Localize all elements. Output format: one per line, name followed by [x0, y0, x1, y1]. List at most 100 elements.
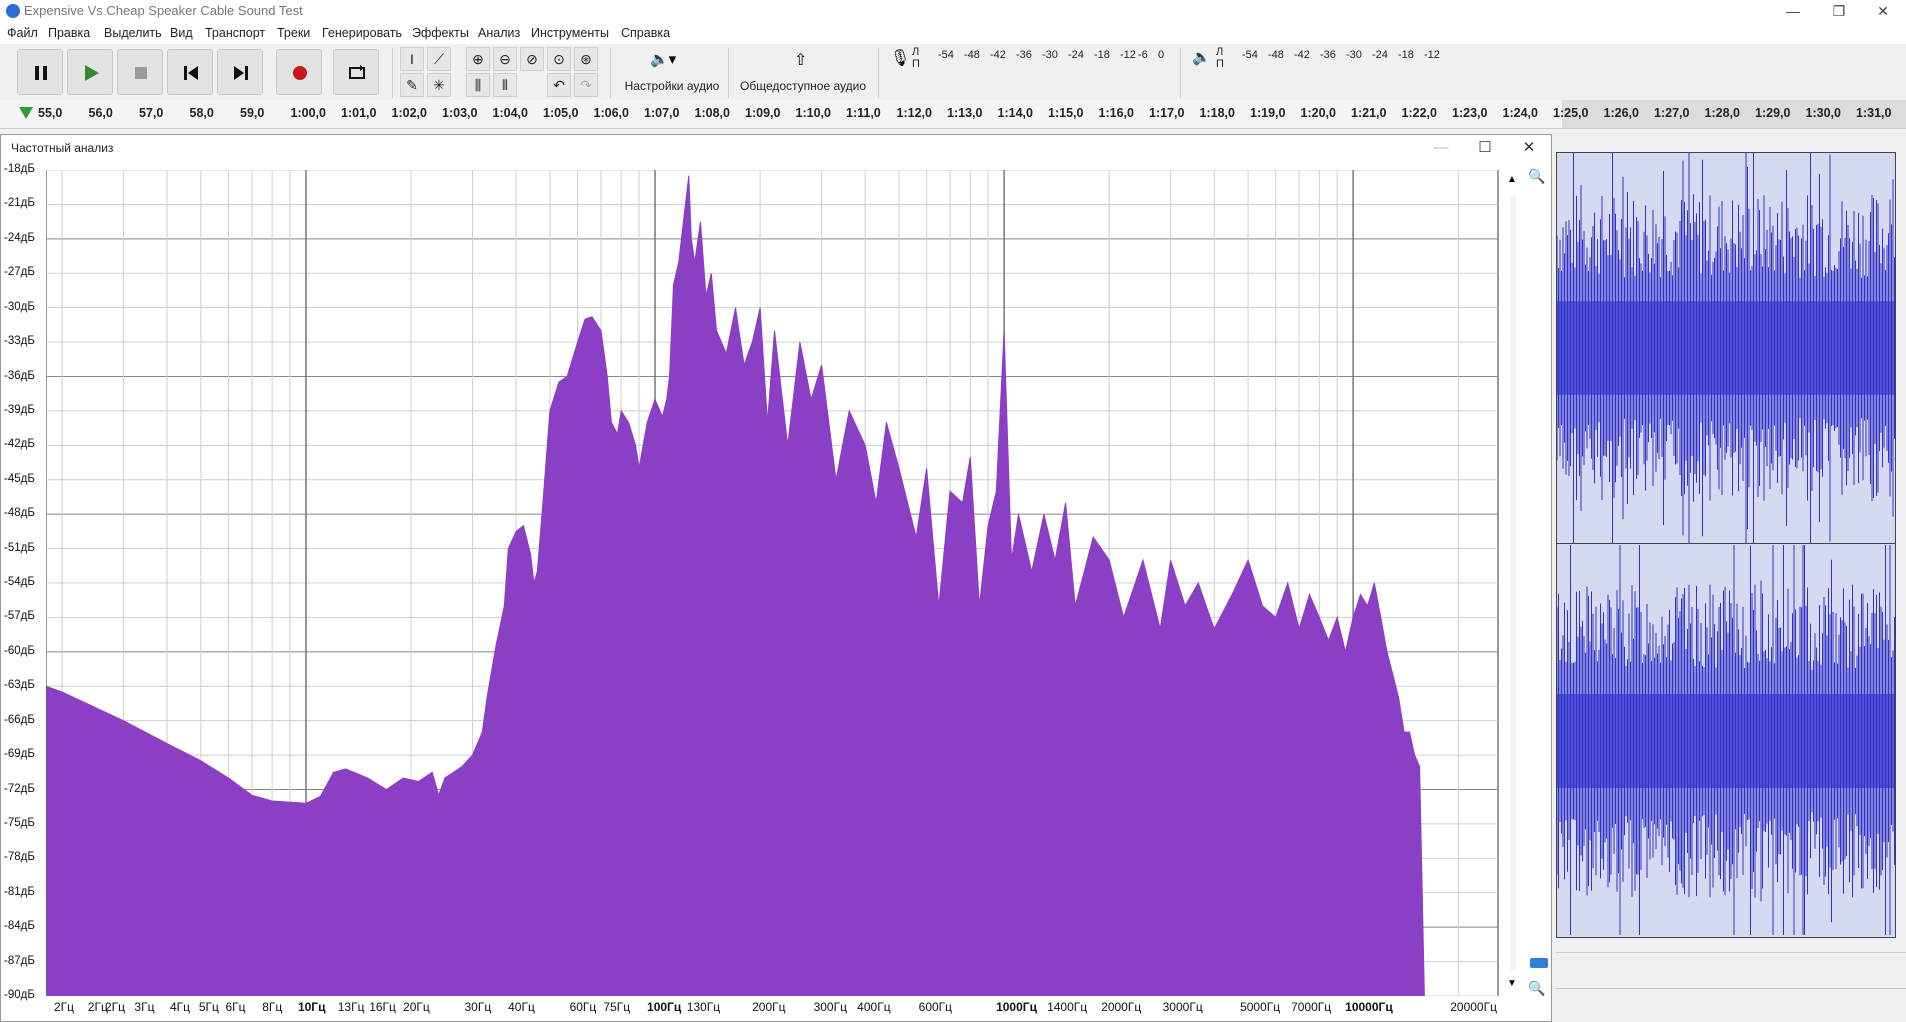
y-tick-label: -57дБ	[4, 610, 35, 623]
zoom-slider-handle[interactable]	[1530, 958, 1548, 968]
x-tick-label: 40Гц	[508, 1000, 535, 1014]
share-audio-button[interactable]: ⇧ Общедоступное аудио	[734, 46, 870, 98]
y-tick-label: -81дБ	[4, 885, 35, 898]
x-tick-label: 30Гц	[464, 1000, 492, 1014]
timeline-tick-label: 1:23,0	[1452, 106, 1488, 120]
timeline-ruler[interactable]: 55,0 56,0 57,0 58,0 59,0 1:00,0 1:01,0 1:02,0 1:…	[0, 100, 1906, 129]
y-tick-label: -87дБ	[4, 954, 35, 967]
minimize-button[interactable]: —	[1770, 0, 1816, 22]
skip-to-start-button[interactable]	[167, 49, 213, 95]
draw-tool[interactable]: ✎	[400, 73, 424, 97]
menu-edit[interactable]: Правка	[48, 26, 90, 40]
play-button[interactable]	[67, 49, 113, 95]
fit-selection-button[interactable]: ⊘	[520, 47, 544, 71]
selection-tool[interactable]: I	[400, 47, 424, 71]
track-waveform-pane[interactable]	[1556, 152, 1896, 938]
skip-to-end-button[interactable]	[217, 49, 263, 95]
timeline-tick-label: 1:30,0	[1805, 106, 1841, 120]
y-tick-label: -30дБ	[4, 300, 35, 313]
x-tick-label: 20Гц	[403, 1000, 430, 1014]
window-title: Expensive Vs Cheap Speaker Cable Sound T…	[24, 3, 303, 18]
x-tick-label: 3000Гц	[1162, 1000, 1203, 1014]
timeline-tick-label: 1:14,0	[997, 106, 1033, 120]
menu-help[interactable]: Справка	[621, 26, 670, 40]
zoom-in-button[interactable]: ⊕	[466, 47, 490, 71]
x-tick-label: 5000Гц	[1240, 1000, 1281, 1014]
y-tick-label: -66дБ	[4, 713, 35, 726]
toolbar-separator	[878, 48, 879, 98]
menu-generate[interactable]: Генерировать	[322, 26, 402, 40]
y-tick-label: -84дБ	[4, 920, 35, 933]
scroll-down-icon[interactable]: ▼	[1507, 978, 1517, 989]
menu-file[interactable]: Файл	[7, 26, 38, 40]
waveform-channel-left[interactable]	[1557, 153, 1895, 543]
silence-button[interactable]: ⫴	[493, 73, 517, 97]
x-tick-label: 400Гц	[857, 1000, 891, 1014]
microphone-icon[interactable]: 🎙	[890, 48, 910, 68]
play-head-marker-icon[interactable]	[18, 106, 34, 120]
timeline-tick-label: 1:07,0	[644, 106, 680, 120]
dialog-close-button[interactable]: ✕	[1509, 137, 1549, 159]
skip-end-icon	[234, 66, 248, 80]
zoom-toggle-button[interactable]: ⊛	[574, 47, 598, 71]
zoom-out-button[interactable]: ⊖	[493, 47, 517, 71]
trim-button[interactable]: ⫼	[466, 73, 490, 97]
toolbar-separator	[392, 48, 393, 98]
close-button[interactable]: ✕	[1860, 0, 1906, 22]
loop-icon	[349, 65, 365, 79]
loop-button[interactable]	[333, 49, 379, 95]
x-tick-label: 100Гц	[647, 1000, 682, 1014]
timeline-tick-label: 57,0	[139, 106, 164, 120]
plot-vertical-scrollbar[interactable]: ▲ ▼	[1506, 170, 1520, 996]
timeline-tick-label: 1:08,0	[694, 106, 730, 120]
scroll-up-icon[interactable]: ▲	[1507, 174, 1517, 185]
timeline-tick-label: 1:04,0	[492, 106, 528, 120]
menu-select[interactable]: Выделить	[104, 26, 162, 40]
timeline-tick-label: 1:12,0	[896, 106, 932, 120]
menu-transport[interactable]: Транспорт	[205, 26, 265, 40]
zoom-in-icon[interactable]: 🔍	[1528, 168, 1545, 185]
y-tick-label: -75дБ	[4, 816, 35, 829]
y-tick-label: -48дБ	[4, 507, 35, 520]
scroll-track[interactable]	[1510, 196, 1516, 970]
dialog-minimize-button[interactable]: —	[1421, 137, 1461, 159]
x-tick-label: 200Гц	[752, 1000, 786, 1014]
fit-project-button[interactable]: ⊙	[547, 47, 571, 71]
playback-level-meter[interactable]: -54 -48 -42 -36 -30 -24 -18 -12	[1224, 49, 1474, 63]
restore-button[interactable]: ❐	[1816, 0, 1862, 22]
x-tick-label: 2000Гц	[1101, 1000, 1142, 1014]
y-tick-label: -51дБ	[4, 541, 35, 554]
menu-tools[interactable]: Инструменты	[531, 26, 609, 40]
timeline-tick-label: 1:05,0	[543, 106, 579, 120]
pause-button[interactable]	[17, 49, 63, 95]
x-tick-label: 7000Гц	[1291, 1000, 1332, 1014]
menu-tracks[interactable]: Треки	[277, 26, 310, 40]
y-tick-label: -27дБ	[4, 266, 35, 279]
menu-effects[interactable]: Эффекты	[412, 26, 469, 40]
menu-view[interactable]: Вид	[170, 26, 193, 40]
x-tick-label: 130Гц	[686, 1000, 721, 1014]
timeline-tick-label: 1:16,0	[1098, 106, 1134, 120]
x-tick-label: 3Гц	[134, 1000, 155, 1014]
x-tick-label: 13Гц	[337, 1000, 365, 1014]
waveform-channel-right[interactable]	[1557, 545, 1895, 935]
envelope-tool[interactable]: ⟋	[427, 47, 451, 71]
redo-button[interactable]: ↷	[574, 73, 598, 97]
multi-tool[interactable]: ✳	[427, 73, 451, 97]
timeline-tick-label: 56,0	[88, 106, 113, 120]
dialog-maximize-button[interactable]: ☐	[1465, 137, 1505, 159]
stop-button[interactable]	[117, 49, 163, 95]
stop-icon	[135, 67, 147, 79]
y-tick-label: -21дБ	[4, 197, 35, 210]
audio-settings-button[interactable]: 🔈▾ Настройки аудио	[616, 46, 726, 98]
record-button[interactable]	[276, 49, 322, 95]
speaker-icon[interactable]: 🔈	[1192, 48, 1211, 66]
timeline-tick-label: 1:03,0	[442, 106, 478, 120]
undo-button[interactable]: ↶	[547, 73, 571, 97]
menu-analyze[interactable]: Анализ	[478, 26, 520, 40]
speaker-dropdown-icon: 🔈▾	[650, 51, 677, 68]
zoom-out-icon[interactable]: 🔍	[1528, 980, 1545, 997]
dialog-title: Частотный анализ	[11, 141, 114, 155]
record-level-meter[interactable]: -54 -48 -42 -36 -30 -24 -18 -12 -6 0	[920, 49, 1170, 63]
timeline-tick-label: 1:20,0	[1300, 106, 1336, 120]
